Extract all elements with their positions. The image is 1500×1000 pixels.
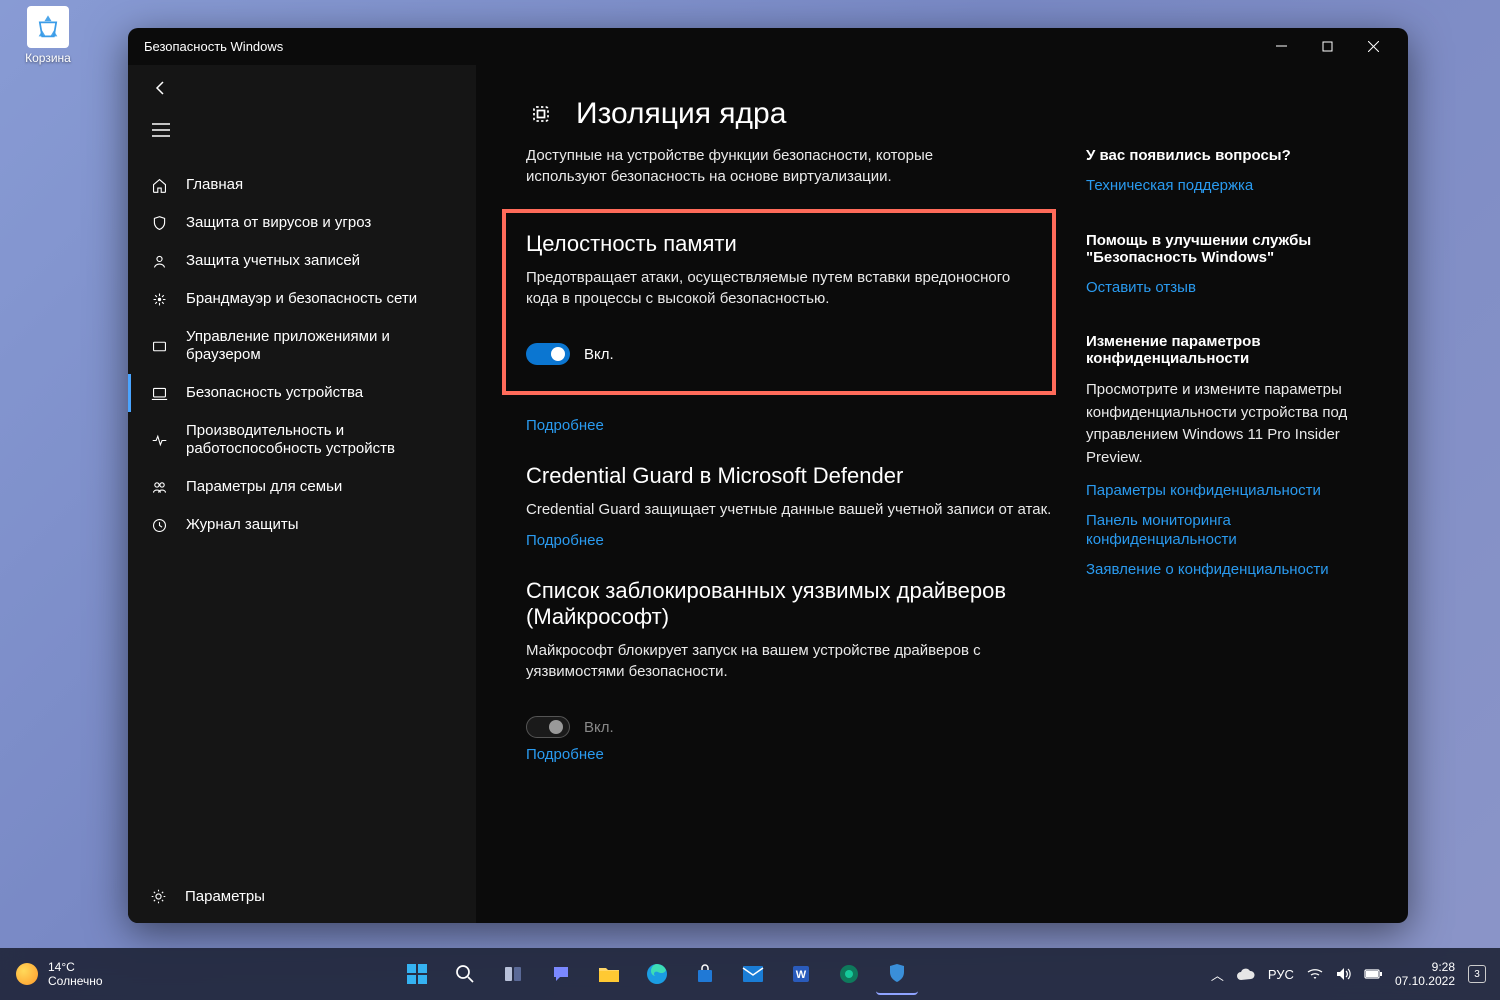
taskbar-clock[interactable]: 9:28 07.10.2022 [1395,960,1455,989]
notification-button[interactable]: 3 [1468,965,1486,983]
credguard-more-link[interactable]: Подробнее [526,532,604,549]
drivers-more-link[interactable]: Подробнее [526,746,604,763]
feedback-link[interactable]: Оставить отзыв [1086,278,1376,298]
family-icon [150,479,168,496]
mail-button[interactable] [732,953,774,995]
weather-desc: Солнечно [48,974,103,988]
memory-integrity-title: Целостность памяти [526,231,1032,257]
privacy-heading: Изменение параметров конфиденциальности [1086,333,1376,367]
core-isolation-icon [526,99,556,129]
chevron-up-icon[interactable]: ︿ [1211,965,1224,984]
taskbar-weather[interactable]: 14°C Солнечно [0,960,103,989]
sidebar-item-home[interactable]: Главная [128,166,476,204]
health-icon [150,432,168,449]
questions-heading: У вас появились вопросы? [1086,147,1376,164]
privacy-settings-link[interactable]: Параметры конфиденциальности [1086,481,1376,501]
drivers-toggle[interactable] [526,716,570,738]
sidebar-item-firewall[interactable]: Брандмауэр и безопасность сети [128,280,476,318]
chat-button[interactable] [540,953,582,995]
recycle-bin-icon [27,6,69,48]
home-icon [150,177,168,194]
onedrive-icon[interactable] [1237,968,1255,980]
memory-integrity-toggle[interactable] [526,343,570,365]
credguard-desc: Credential Guard защищает учетные данные… [526,499,1056,520]
device-icon [150,385,168,402]
sidebar: Главная Защита от вирусов и угроз Защита… [128,65,476,923]
minimize-button[interactable] [1258,28,1304,65]
sidebar-item-device-security[interactable]: Безопасность устройства [128,374,476,412]
titlebar[interactable]: Безопасность Windows [128,28,1408,65]
search-button[interactable] [444,953,486,995]
maximize-button[interactable] [1304,28,1350,65]
window-title: Безопасность Windows [140,39,1258,54]
sidebar-settings[interactable]: Параметры [128,876,476,923]
weather-temp: 14°C [48,960,103,974]
battery-icon[interactable] [1364,969,1382,979]
drivers-title: Список заблокированных уязвимых драйверо… [526,578,1056,630]
privacy-dashboard-link[interactable]: Панель мониторинга конфиденциальности [1086,511,1376,550]
sidebar-item-label: Безопасность устройства [186,384,454,402]
security-window: Безопасность Windows Главная [128,28,1408,923]
drivers-desc: Майкрософт блокирует запуск на вашем уст… [526,640,1056,682]
sidebar-item-account[interactable]: Защита учетных записей [128,242,476,280]
privacy-statement-link[interactable]: Заявление о конфиденциальности [1086,560,1376,580]
svg-text:W: W [796,969,807,981]
store-button[interactable] [684,953,726,995]
memory-integrity-toggle-label: Вкл. [584,346,614,363]
memory-integrity-more-link[interactable]: Подробнее [526,417,604,434]
explorer-button[interactable] [588,953,630,995]
history-icon [150,517,168,534]
gear-icon [150,888,167,905]
taskview-button[interactable] [492,953,534,995]
language-indicator[interactable]: РУС [1268,967,1294,982]
weather-icon [16,963,38,985]
edge-button[interactable] [636,953,678,995]
credguard-title: Credential Guard в Microsoft Defender [526,463,1056,489]
memory-integrity-desc: Предотвращает атаки, осуществляемые путе… [526,267,1032,309]
clock-date: 07.10.2022 [1395,974,1455,988]
close-button[interactable] [1350,28,1396,65]
clock-time: 9:28 [1395,960,1455,974]
drivers-toggle-label: Вкл. [584,719,614,736]
recycle-bin[interactable]: Корзина [20,6,76,65]
memory-integrity-section: Целостность памяти Предотвращает атаки, … [502,209,1056,395]
page-title: Изоляция ядра [576,97,786,131]
account-icon [150,253,168,270]
wifi-icon[interactable] [1307,968,1323,980]
page-description: Доступные на устройстве функции безопасн… [526,145,1016,187]
sidebar-item-performance[interactable]: Производительность и работоспособность у… [128,412,476,468]
sidebar-item-label: Управление приложениями и браузером [186,328,454,364]
app-button[interactable] [828,953,870,995]
word-button[interactable]: W [780,953,822,995]
sidebar-item-label: Параметры для семьи [186,478,454,496]
menu-button[interactable] [147,116,175,144]
sidebar-item-label: Производительность и работоспособность у… [186,422,454,458]
sidebar-item-history[interactable]: Журнал защиты [128,506,476,544]
sidebar-item-label: Защита от вирусов и угроз [186,214,454,232]
network-icon [150,291,168,308]
start-button[interactable] [396,953,438,995]
sidebar-item-family[interactable]: Параметры для семьи [128,468,476,506]
support-link[interactable]: Техническая поддержка [1086,176,1376,196]
security-taskbar-button[interactable] [876,953,918,995]
sidebar-item-virus[interactable]: Защита от вирусов и угроз [128,204,476,242]
feedback-heading: Помощь в улучшении службы "Безопасность … [1086,232,1376,266]
sidebar-item-label: Журнал защиты [186,516,454,534]
sidebar-item-label: Защита учетных записей [186,252,454,270]
taskbar: 14°C Солнечно W ︿ РУС 9:28 07.10.2022 3 [0,948,1500,1000]
sidebar-item-label: Главная [186,176,454,194]
back-button[interactable] [147,74,175,102]
sidebar-item-apps[interactable]: Управление приложениями и браузером [128,318,476,374]
sidebar-settings-label: Параметры [185,888,265,905]
app-icon [150,338,168,355]
sidebar-item-label: Брандмауэр и безопасность сети [186,290,454,308]
privacy-text: Просмотрите и измените параметры конфиде… [1086,379,1376,469]
volume-icon[interactable] [1336,967,1351,981]
shield-icon [150,215,168,232]
recycle-bin-label: Корзина [20,51,76,65]
